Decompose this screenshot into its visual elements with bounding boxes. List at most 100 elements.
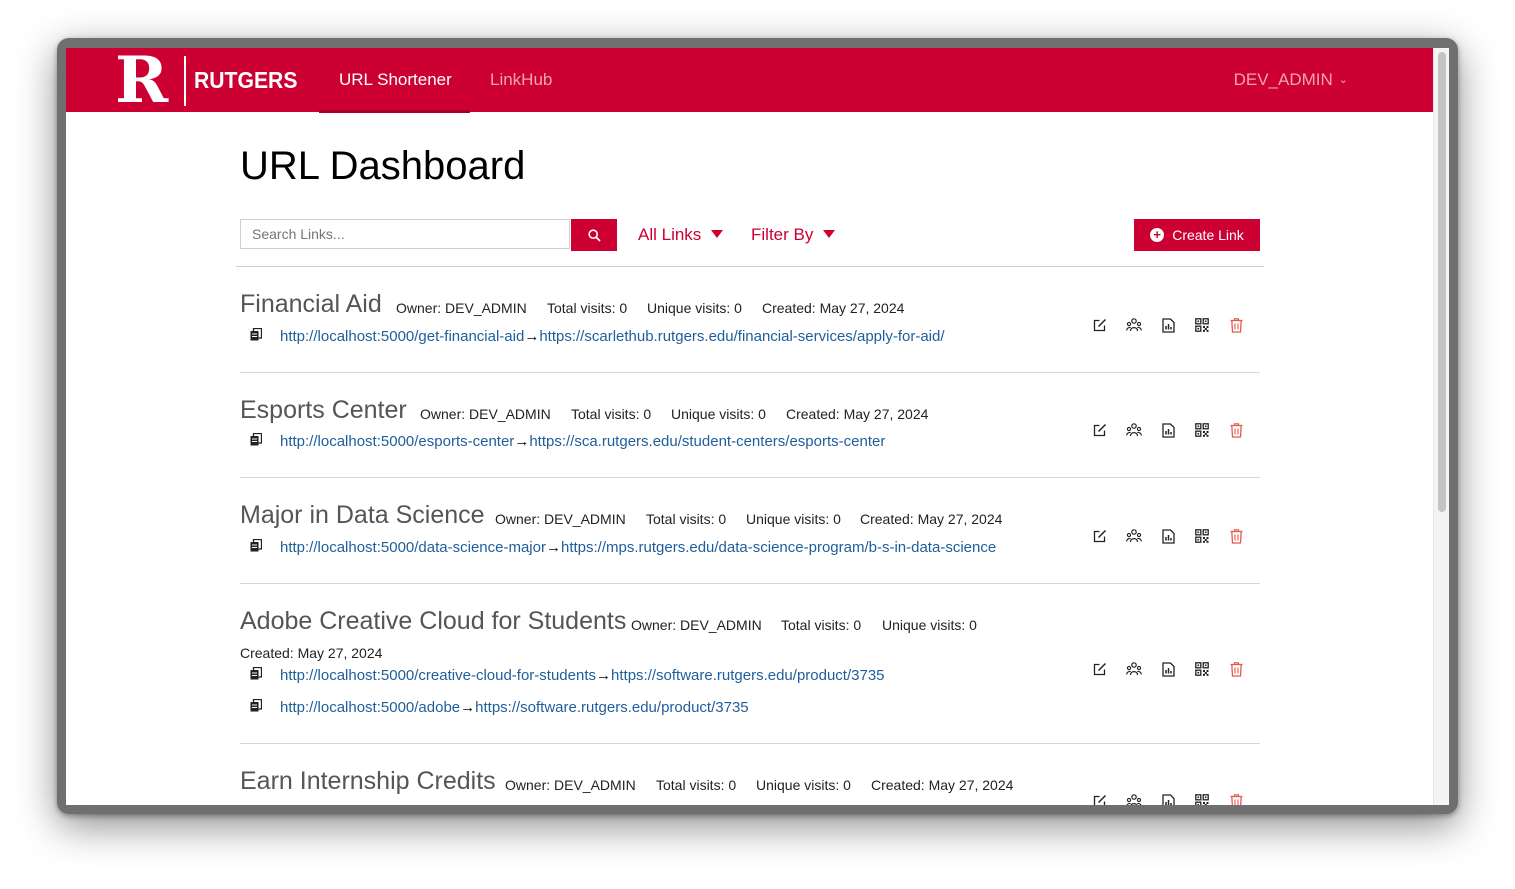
copy-icon[interactable] <box>250 327 266 345</box>
copy-icon[interactable] <box>250 666 266 684</box>
link-unique-visits: Unique visits: 0 <box>746 511 841 527</box>
user-name: DEV_ADMIN <box>1233 70 1333 89</box>
card-divider <box>240 583 1260 584</box>
link-created: Created: May 27, 2024 <box>860 511 1003 527</box>
link-owner: Owner: DEV_ADMIN <box>505 777 636 793</box>
delete-trash-icon[interactable] <box>1228 661 1244 677</box>
share-users-icon[interactable] <box>1126 661 1142 677</box>
edit-icon[interactable] <box>1092 528 1108 544</box>
delete-trash-icon[interactable] <box>1228 793 1244 805</box>
link-title[interactable]: Earn Internship Credits <box>240 767 496 796</box>
link-total-visits: Total visits: 0 <box>781 617 862 633</box>
copy-icon[interactable] <box>250 432 266 450</box>
short-url-link[interactable]: http://localhost:5000/get-financial-aid <box>280 328 524 345</box>
copy-icon[interactable] <box>250 538 266 556</box>
edit-icon[interactable] <box>1092 317 1108 333</box>
card-divider <box>240 372 1260 373</box>
link-total-visits: Total visits: 0 <box>646 511 727 527</box>
delete-trash-icon[interactable] <box>1228 528 1244 544</box>
target-url-link[interactable]: https://sca.rutgers.edu/student-centers/… <box>529 433 885 450</box>
redirect-arrow: → <box>514 433 530 450</box>
link-owner: Owner: DEV_ADMIN <box>495 511 626 527</box>
all-links-label: All Links <box>638 225 702 244</box>
share-users-icon[interactable] <box>1126 528 1142 544</box>
search-input[interactable] <box>240 219 570 249</box>
copy-icon[interactable] <box>250 698 266 716</box>
alias-row: http://localhost:5000/esports-center→htt… <box>250 432 885 451</box>
scrollbar-thumb[interactable] <box>1438 52 1446 512</box>
link-title[interactable]: Financial Aid <box>240 290 382 319</box>
card-divider <box>240 477 1260 478</box>
link-total-visits: Total visits: 0 <box>656 777 737 793</box>
user-menu[interactable]: DEV_ADMIN ⌄ <box>1234 70 1348 90</box>
analytics-report-icon[interactable] <box>1160 528 1176 544</box>
create-link-label: Create Link <box>1172 227 1244 243</box>
link-actions <box>1092 317 1244 333</box>
all-links-dropdown[interactable]: All Links <box>638 225 724 245</box>
link-actions <box>1092 528 1244 544</box>
short-url-link[interactable]: http://localhost:5000/data-science-major <box>280 539 546 556</box>
link-created: Created: May 27, 2024 <box>240 645 383 661</box>
filter-by-label: Filter By <box>751 225 814 244</box>
rutgers-logo-wordmark[interactable]: RUTGERS <box>194 67 297 94</box>
link-total-visits: Total visits: 0 <box>547 300 628 316</box>
link-created: Created: May 27, 2024 <box>762 300 905 316</box>
tab-url-shortener[interactable]: URL Shortener <box>339 70 452 90</box>
alias-row: http://localhost:5000/get-financial-aid→… <box>250 327 945 346</box>
link-title[interactable]: Major in Data Science <box>240 501 485 530</box>
target-url-link[interactable]: https://mps.rutgers.edu/data-science-pro… <box>561 539 996 556</box>
target-url-link[interactable]: https://software.rutgers.edu/product/373… <box>475 699 749 716</box>
link-title[interactable]: Adobe Creative Cloud for Students <box>240 607 626 636</box>
search-icon <box>587 228 601 242</box>
qr-code-icon[interactable] <box>1194 317 1210 333</box>
card-divider <box>240 743 1260 744</box>
edit-icon[interactable] <box>1092 422 1108 438</box>
redirect-arrow: → <box>545 539 561 556</box>
qr-code-icon[interactable] <box>1194 793 1210 805</box>
link-title[interactable]: Esports Center <box>240 396 407 425</box>
share-users-icon[interactable] <box>1126 422 1142 438</box>
edit-icon[interactable] <box>1092 793 1108 805</box>
qr-code-icon[interactable] <box>1194 661 1210 677</box>
tab-linkhub[interactable]: LinkHub <box>490 70 552 90</box>
link-owner: Owner: DEV_ADMIN <box>631 617 762 633</box>
active-tab-indicator <box>319 110 470 113</box>
qr-code-icon[interactable] <box>1194 528 1210 544</box>
page-title: URL Dashboard <box>240 144 526 188</box>
share-users-icon[interactable] <box>1126 317 1142 333</box>
qr-code-icon[interactable] <box>1194 422 1210 438</box>
alias-row: http://localhost:5000/creative-cloud-for… <box>250 666 885 685</box>
analytics-report-icon[interactable] <box>1160 317 1176 333</box>
short-url-link[interactable]: http://localhost:5000/esports-center <box>280 433 514 450</box>
logo-divider <box>184 56 186 106</box>
analytics-report-icon[interactable] <box>1160 422 1176 438</box>
vertical-scrollbar[interactable] <box>1433 48 1449 805</box>
short-url-link[interactable]: http://localhost:5000/adobe <box>280 699 460 716</box>
plus-circle-icon: + <box>1150 228 1165 242</box>
share-users-icon[interactable] <box>1126 793 1142 805</box>
link-total-visits: Total visits: 0 <box>571 406 652 422</box>
create-link-button[interactable]: + Create Link <box>1134 219 1260 251</box>
target-url-link[interactable]: https://scarlethub.rutgers.edu/financial… <box>539 328 944 345</box>
link-actions <box>1092 793 1244 805</box>
link-actions <box>1092 422 1244 438</box>
app-viewport: R RUTGERS URL Shortener LinkHub DEV_ADMI… <box>66 48 1449 805</box>
link-created: Created: May 27, 2024 <box>786 406 929 422</box>
analytics-report-icon[interactable] <box>1160 661 1176 677</box>
delete-trash-icon[interactable] <box>1228 317 1244 333</box>
filter-by-dropdown[interactable]: Filter By <box>751 225 836 245</box>
link-unique-visits: Unique visits: 0 <box>756 777 851 793</box>
target-url-link[interactable]: https://software.rutgers.edu/product/373… <box>611 667 885 684</box>
search-button[interactable] <box>571 219 617 251</box>
link-unique-visits: Unique visits: 0 <box>671 406 766 422</box>
short-url-link[interactable]: http://localhost:5000/creative-cloud-for… <box>280 667 596 684</box>
link-owner: Owner: DEV_ADMIN <box>396 300 527 316</box>
edit-icon[interactable] <box>1092 661 1108 677</box>
alias-row: http://localhost:5000/adobe→https://soft… <box>250 698 749 717</box>
link-owner: Owner: DEV_ADMIN <box>420 406 551 422</box>
delete-trash-icon[interactable] <box>1228 422 1244 438</box>
rutgers-logo-initial[interactable]: R <box>115 49 177 113</box>
redirect-arrow: → <box>596 667 612 684</box>
redirect-arrow: → <box>524 328 540 345</box>
analytics-report-icon[interactable] <box>1160 793 1176 805</box>
